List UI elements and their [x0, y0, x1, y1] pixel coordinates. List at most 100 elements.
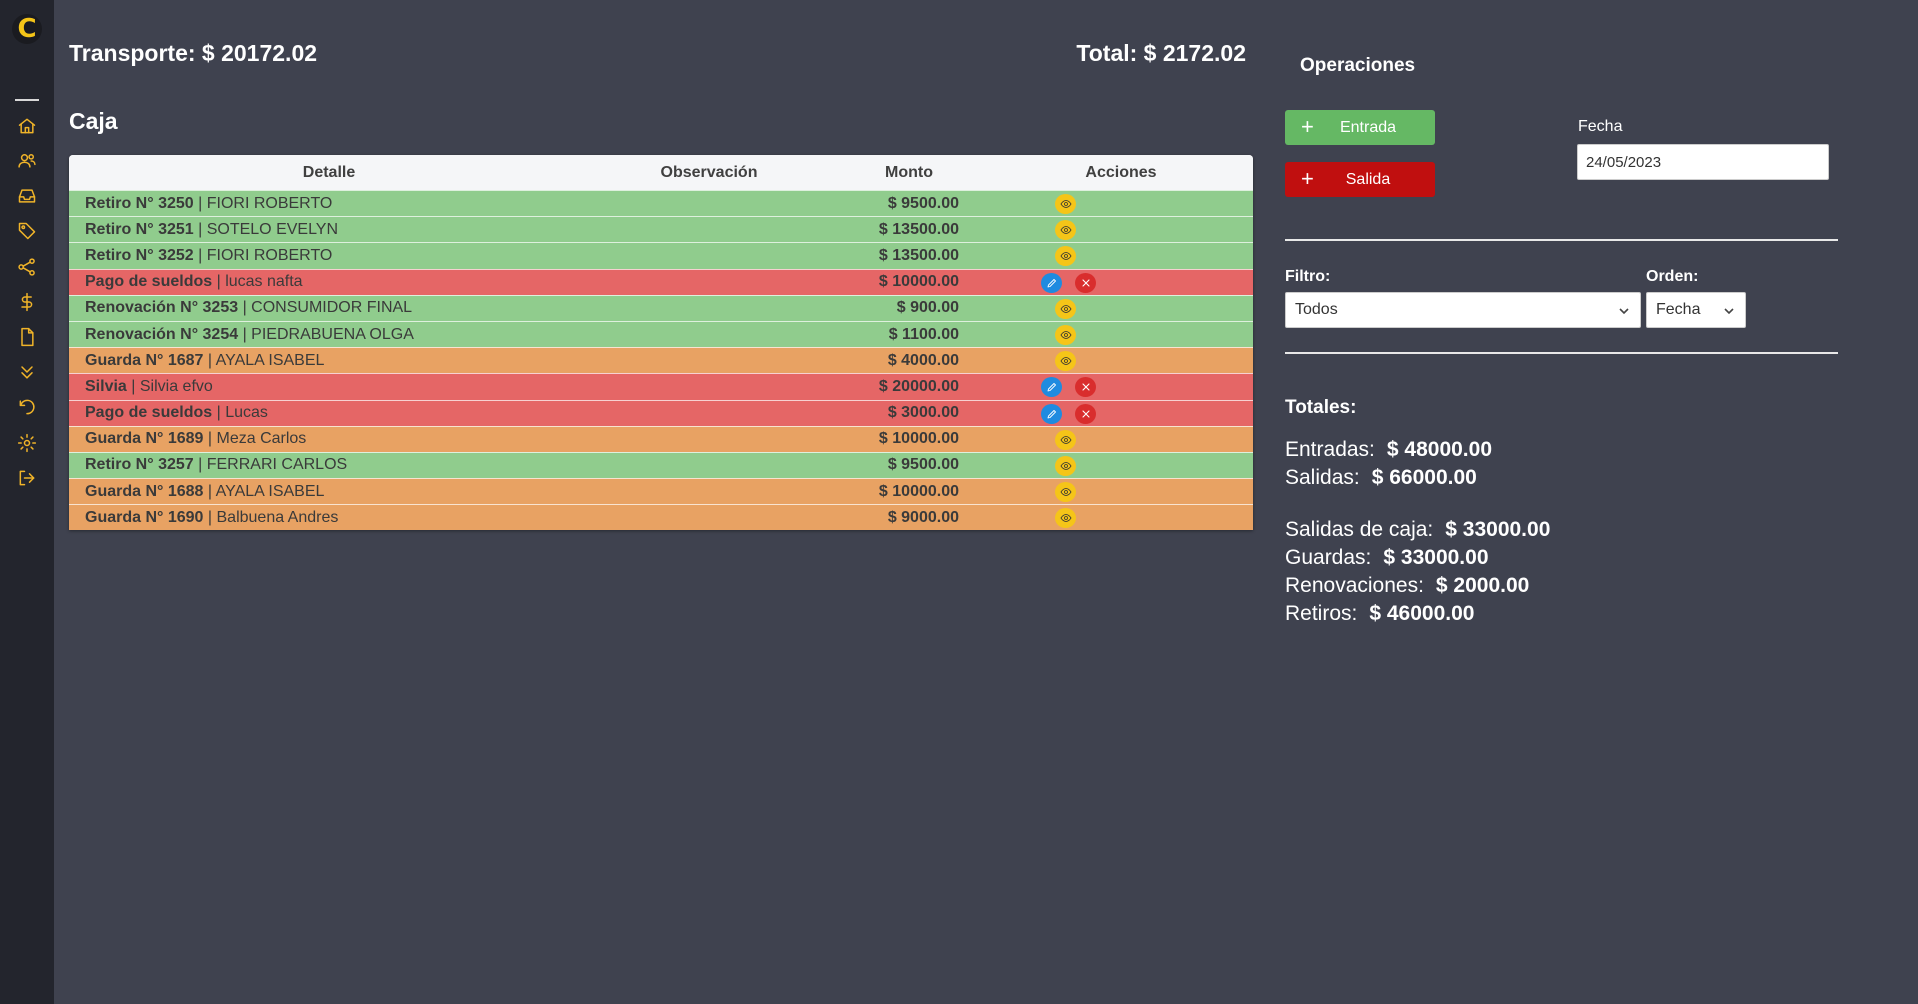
view-icon[interactable]	[1055, 220, 1076, 241]
cell-acciones	[959, 217, 1253, 242]
view-icon[interactable]	[1055, 194, 1076, 214]
cell-detalle: Renovación N° 3253 | CONSUMIDOR FINAL	[85, 299, 413, 317]
cell-monto: $ 10000.00	[878, 273, 959, 291]
cell-detalle: Silvia | Silvia efvo	[85, 377, 213, 395]
file-icon[interactable]	[15, 325, 39, 349]
table-row[interactable]: Retiro N° 3252 | FIORI ROBERTO $ 13500.00	[69, 242, 1253, 269]
transporte-total: Transporte: $ 20172.02	[69, 40, 318, 66]
dollar-icon[interactable]	[15, 290, 39, 314]
cell-detalle: Retiro N° 3250 | FIORI ROBERTO	[85, 194, 333, 212]
table-body: Retiro N° 3250 | FIORI ROBERTO $ 9500.00 R…	[69, 190, 1253, 531]
column-header-detalle[interactable]: Detalle	[69, 164, 589, 182]
filtro-label: Filtro:	[1285, 268, 1331, 285]
cell-acciones	[959, 479, 1253, 504]
cell-detalle: Renovación N° 3254 | PIEDRABUENA OLGA	[85, 325, 414, 343]
table-row[interactable]: Guarda N° 1690 | Balbuena Andres $ 9000.0…	[69, 504, 1253, 531]
caja-table: Detalle Observación Monto Acciones Retir…	[69, 155, 1253, 531]
fecha-input[interactable]	[1577, 144, 1829, 180]
entrada-button[interactable]: + Entrada	[1285, 110, 1435, 145]
column-header-monto[interactable]: Monto	[829, 164, 989, 182]
view-icon[interactable]	[1055, 324, 1076, 345]
table-row[interactable]: Retiro N° 3257 | FERRARI CARLOS $ 9500.00	[69, 451, 1253, 479]
table-row[interactable]: Silvia | Silvia efvo $ 20000.00	[69, 373, 1253, 400]
cell-acciones	[959, 270, 1253, 295]
renovaciones-total: Renovaciones: $ 2000.00	[1285, 574, 1530, 597]
table-header: Detalle Observación Monto Acciones	[69, 155, 1253, 190]
table-row[interactable]: Renovación N° 3254 | PIEDRABUENA OLGA $ 1…	[69, 320, 1253, 348]
table-row[interactable]: Retiro N° 3251 | SOTELO EVELYN $ 13500.00	[69, 216, 1253, 243]
cell-detalle: Guarda N° 1688 | AYALA ISABEL	[85, 482, 325, 500]
chevron-down-icon	[1724, 308, 1734, 315]
cell-monto: $ 10000.00	[878, 430, 959, 448]
cell-acciones	[959, 322, 1253, 347]
tag-icon[interactable]	[15, 219, 39, 243]
sidebar-divider	[15, 99, 39, 101]
cell-monto: $ 9500.00	[887, 194, 959, 212]
table-row[interactable]: Guarda N° 1688 | AYALA ISABEL $ 10000.00	[69, 478, 1253, 505]
cell-monto: $ 9000.00	[887, 508, 959, 526]
divider	[1285, 352, 1838, 354]
delete-icon[interactable]	[1075, 403, 1096, 424]
edit-icon[interactable]	[1041, 403, 1062, 424]
cell-monto: $ 13500.00	[878, 246, 959, 264]
edit-icon[interactable]	[1041, 272, 1062, 293]
cell-detalle: Guarda N° 1689 | Meza Carlos	[85, 430, 307, 448]
view-icon[interactable]	[1055, 246, 1076, 267]
delete-icon[interactable]	[1075, 272, 1096, 293]
cell-detalle: Pago de sueldos | lucas nafta	[85, 273, 303, 291]
cell-monto: $ 10000.00	[878, 482, 959, 500]
orden-select-value: Fecha	[1656, 301, 1701, 318]
filtro-select[interactable]: Todos	[1285, 292, 1641, 328]
divider	[1285, 239, 1838, 241]
cell-acciones	[959, 401, 1253, 426]
view-icon[interactable]	[1055, 351, 1076, 372]
plus-icon: +	[1301, 114, 1314, 139]
table-row[interactable]: Guarda N° 1687 | AYALA ISABEL $ 4000.00	[69, 347, 1253, 374]
table-row[interactable]: Pago de sueldos | Lucas $ 3000.00	[69, 399, 1253, 426]
edit-icon[interactable]	[1041, 377, 1062, 398]
grand-total: Total: $ 2172.02	[1076, 40, 1246, 66]
home-icon[interactable]	[15, 114, 39, 138]
share-icon[interactable]	[15, 255, 39, 279]
cell-monto: $ 9500.00	[887, 456, 959, 474]
table-row[interactable]: Retiro N° 3250 | FIORI ROBERTO $ 9500.00	[69, 190, 1253, 217]
column-header-acciones: Acciones	[1085, 163, 1157, 181]
guardas-total: Guardas: $ 33000.00	[1285, 546, 1489, 569]
cell-acciones	[959, 348, 1253, 373]
cell-monto: $ 4000.00	[887, 351, 959, 369]
view-icon[interactable]	[1055, 482, 1076, 503]
table-row[interactable]: Pago de sueldos | lucas nafta $ 10000.00	[69, 268, 1253, 295]
filtro-select-value: Todos	[1295, 301, 1338, 318]
table-row[interactable]: Guarda N° 1689 | Meza Carlos $ 10000.00	[69, 425, 1253, 452]
salida-button[interactable]: + Salida	[1285, 162, 1435, 197]
plus-icon: +	[1301, 166, 1314, 191]
delete-icon[interactable]	[1075, 377, 1096, 398]
cell-acciones	[959, 505, 1253, 530]
cell-acciones	[959, 296, 1253, 321]
undo-icon[interactable]	[15, 395, 39, 419]
view-icon[interactable]	[1055, 455, 1076, 476]
cell-detalle: Retiro N° 3251 | SOTELO EVELYN	[85, 220, 339, 238]
cell-detalle: Guarda N° 1687 | AYALA ISABEL	[85, 351, 325, 369]
users-icon[interactable]	[15, 149, 39, 173]
inbox-icon[interactable]	[15, 184, 39, 208]
salidas-total: Salidas: $ 66000.00	[1285, 466, 1477, 489]
totales-title: Totales:	[1285, 397, 1357, 418]
view-icon[interactable]	[1055, 508, 1076, 529]
cell-detalle: Pago de sueldos | Lucas	[85, 404, 268, 422]
table-row[interactable]: Renovación N° 3253 | CONSUMIDOR FINAL $ 9…	[69, 294, 1253, 321]
view-icon[interactable]	[1055, 429, 1076, 450]
view-icon[interactable]	[1055, 298, 1076, 319]
logout-icon[interactable]	[15, 466, 39, 490]
chevrons-down-icon[interactable]	[15, 360, 39, 384]
settings-icon[interactable]	[15, 431, 39, 455]
sidebar: C	[0, 0, 54, 1004]
cell-detalle: Retiro N° 3252 | FIORI ROBERTO	[85, 246, 333, 264]
retiros-total: Retiros: $ 46000.00	[1285, 602, 1475, 625]
operaciones-title: Operaciones	[1300, 55, 1416, 76]
cell-acciones	[959, 427, 1253, 452]
column-header-observacion[interactable]: Observación	[589, 164, 829, 182]
app-logo[interactable]: C	[12, 14, 42, 44]
cell-acciones	[959, 374, 1253, 399]
orden-select[interactable]: Fecha	[1646, 292, 1746, 328]
